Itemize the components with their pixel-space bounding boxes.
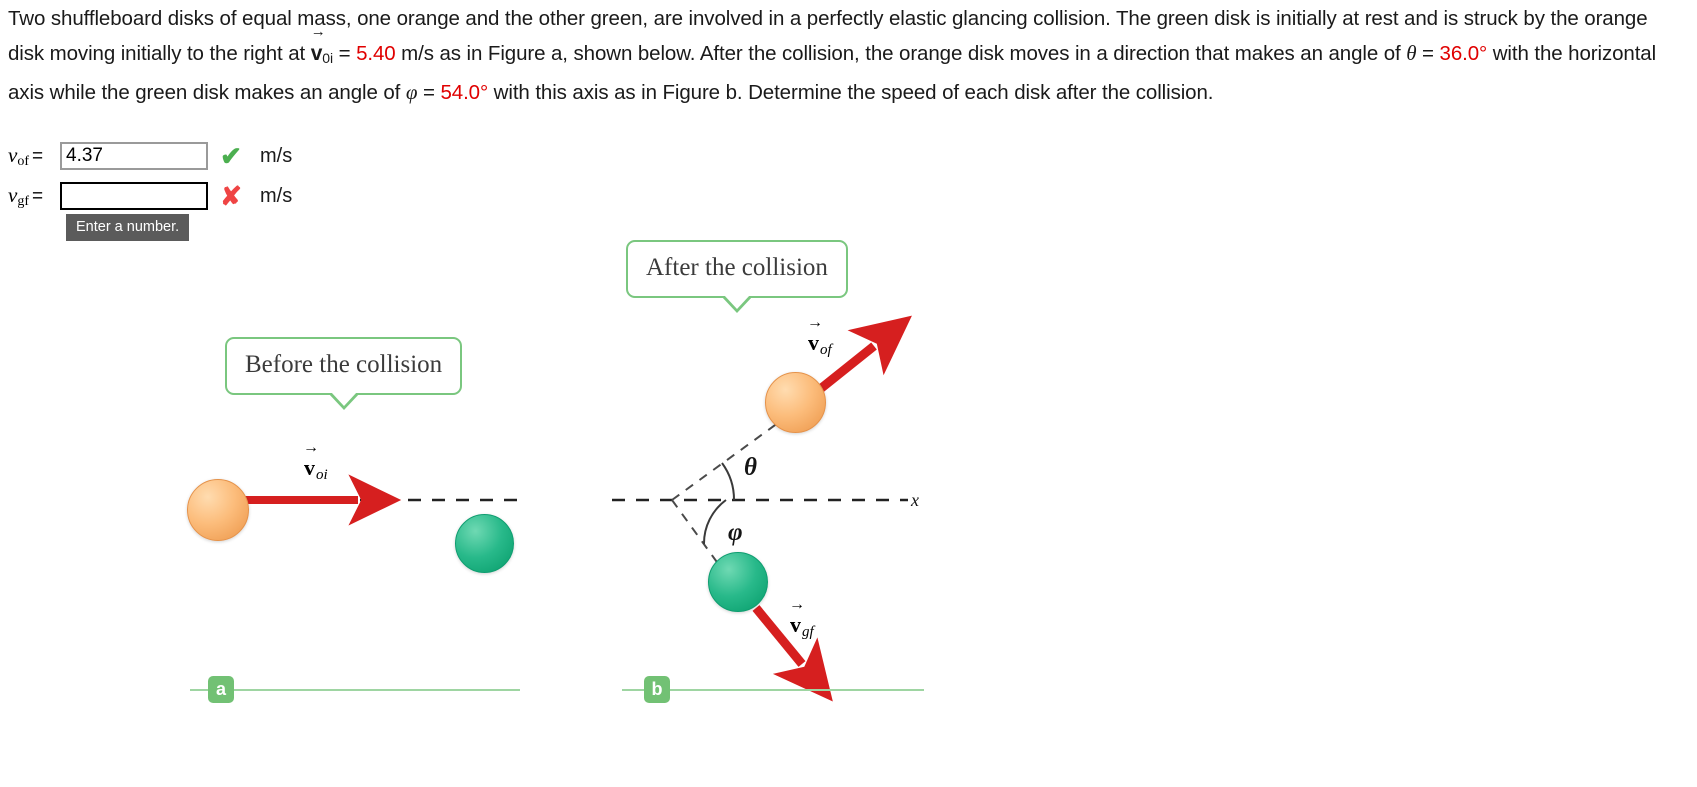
vof-bold-v: → v [807, 314, 823, 356]
answer-row-vof: vof= ✔ m/s [8, 138, 292, 174]
figure-b-x-axis-label: x [911, 490, 919, 510]
phi-equals: = [417, 81, 441, 104]
vgf-equals: = [32, 185, 44, 207]
figure-b-vector-label-vgf: → vgf [789, 596, 814, 641]
figure-b-canvas [612, 315, 912, 702]
theta-equals: = [1416, 42, 1440, 65]
vector-arrow-icon: → [310, 23, 326, 40]
v0i-unit: m/s [395, 42, 440, 65]
voi-bold-v: → v [303, 439, 319, 481]
answer-row-vgf: vgf = ✘ m/s [8, 178, 292, 214]
figure-a-rule-line [190, 689, 520, 691]
vgf-unit-label: m/s [260, 184, 293, 207]
vof-vector-subscript: of [820, 342, 832, 358]
problem-text-part-4: with this axis as in Figure b. Determine… [488, 81, 1214, 104]
vof-equals: = [32, 145, 44, 167]
vgf-subscript: gf [17, 193, 29, 209]
vgf-bold-v: → v [789, 596, 805, 638]
figure-a-caption-rule: a [190, 676, 520, 703]
figure-b-theta-label: θ [744, 454, 757, 481]
problem-text-part-2: as in Figure a, shown below. After the c… [439, 42, 1407, 65]
figure-a-vector-label-voi: → voi [303, 439, 328, 484]
phi-symbol: φ [405, 80, 418, 104]
figure-b-theta-arc [721, 462, 736, 501]
phi-value: 54.0° [440, 81, 489, 104]
figure-a-badge: a [208, 676, 234, 703]
vgf-vector-subscript: gf [802, 624, 814, 640]
figure-area: Before the collision → voi After the coll… [0, 236, 1697, 787]
answer-label-vgf: vgf = [8, 183, 60, 210]
problem-statement: Two shuffleboard disks of equal mass, on… [8, 2, 1688, 110]
vgf-incorrect-icon: ✘ [220, 181, 242, 211]
vof-unit-label: m/s [260, 144, 293, 167]
vof-variable: v [8, 142, 18, 167]
figure-b: After the collision → vof → vgf θ φ x [608, 236, 938, 787]
figure-b-green-disk [708, 552, 768, 612]
voi-subscript: oi [316, 467, 328, 483]
figure-b-orange-disk [765, 372, 826, 433]
figure-b-vector-label-vof: → vof [807, 314, 832, 359]
vgf-variable: v [8, 182, 18, 207]
figure-b-caption-rule: b [622, 676, 924, 703]
v0i-subscript: 0i [322, 50, 333, 66]
theta-value: 36.0° [1439, 42, 1488, 65]
v0i-value: 5.40 [356, 42, 396, 65]
vof-answer-input[interactable] [60, 142, 208, 170]
vector-arrow-icon: → [303, 439, 319, 456]
figure-b-phi-arc [702, 499, 727, 545]
vector-arrow-icon: → [807, 314, 823, 331]
v0i-vector-symbol: → v [310, 23, 326, 65]
vgf-answer-input[interactable] [60, 182, 208, 210]
figure-b-badge: b [644, 676, 670, 703]
answer-section: vof= ✔ m/s vgf= ✘ m/s [8, 138, 292, 218]
vof-subscript: of [17, 153, 29, 169]
theta-symbol: θ [1406, 41, 1417, 65]
figure-a-green-disk [455, 514, 514, 573]
vof-correct-icon: ✔ [220, 141, 242, 171]
figure-a-orange-disk [187, 479, 249, 541]
vector-arrow-icon: → [789, 596, 805, 613]
figure-a-canvas [240, 474, 520, 526]
figure-a: Before the collision → voi [180, 236, 530, 787]
answer-label-vof: vof = [8, 143, 60, 170]
v0i-equals: = [333, 42, 357, 65]
figure-b-phi-label: φ [728, 519, 743, 546]
